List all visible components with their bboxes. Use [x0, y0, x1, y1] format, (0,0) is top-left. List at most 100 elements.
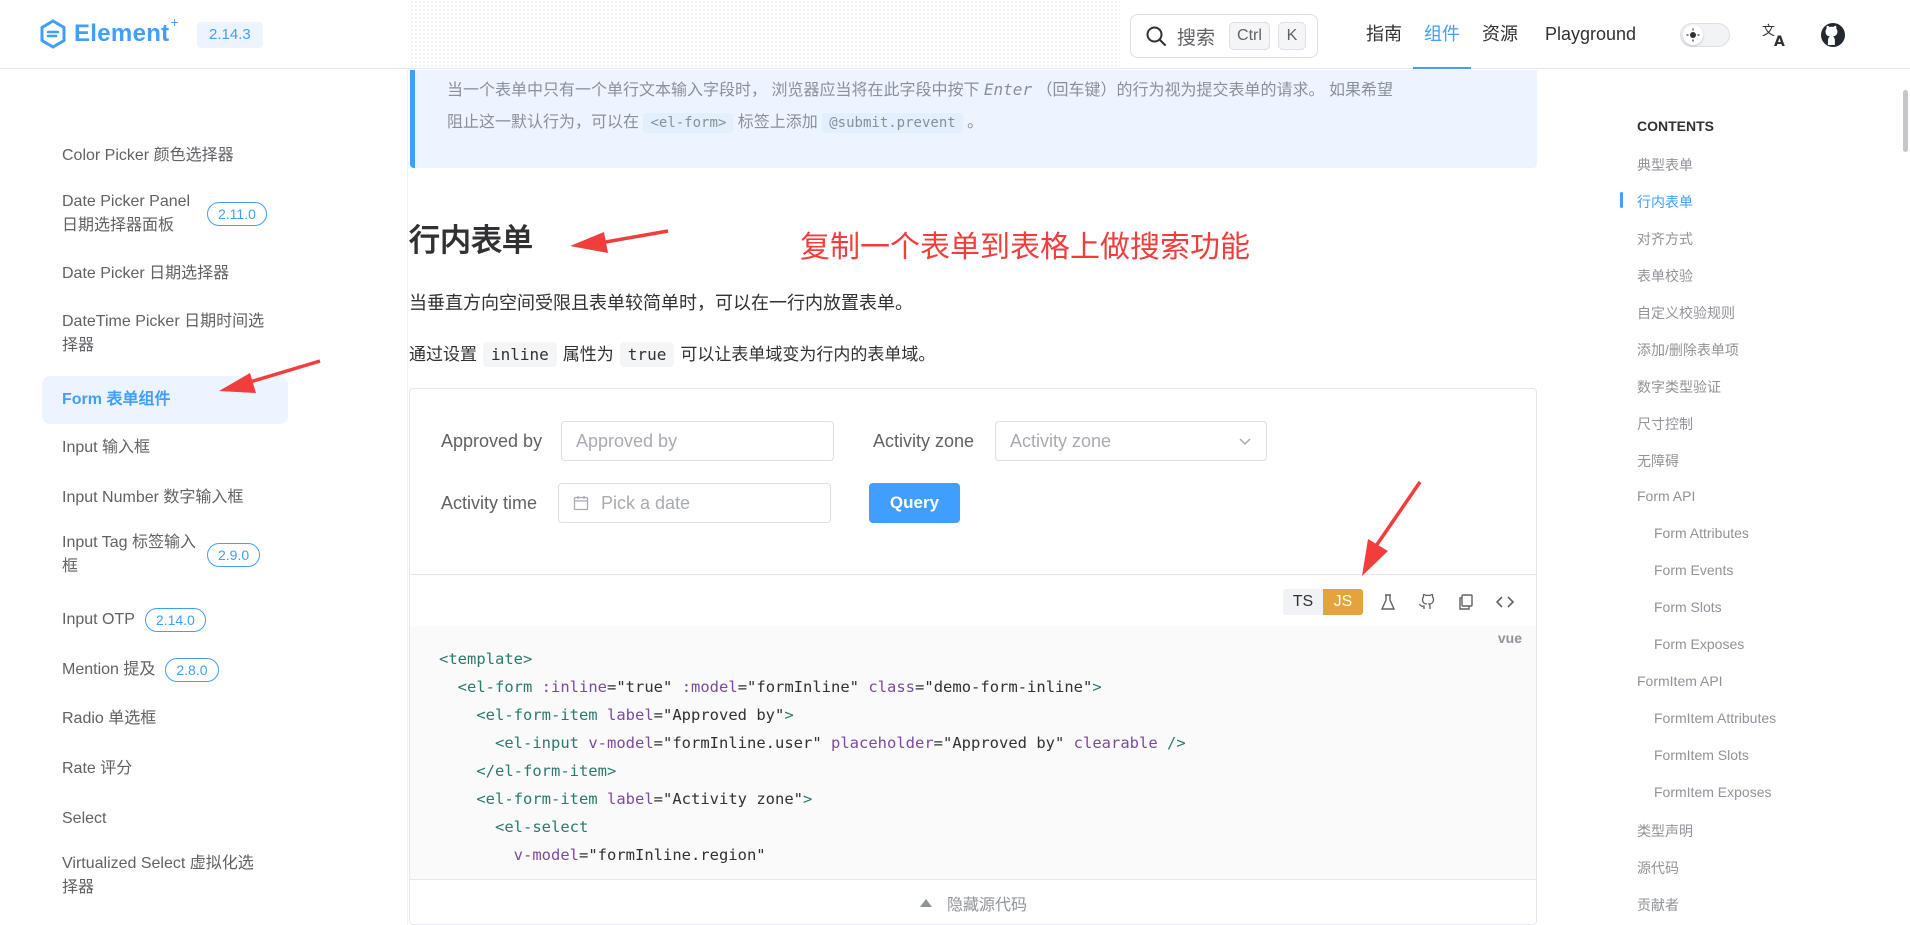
- toc-item[interactable]: Form Exposes: [1654, 636, 1744, 652]
- code-lang-label: vue: [1497, 630, 1522, 646]
- demo-preview: Approved by Approved by Activity zone Ac…: [410, 389, 1536, 575]
- search-button[interactable]: 搜索 Ctrl K: [1130, 14, 1318, 58]
- sidebar-item-rate[interactable]: Rate 评分: [42, 751, 288, 787]
- version-badge: 2.14.0: [144, 608, 206, 632]
- tip-enter-key: Enter: [983, 80, 1033, 99]
- code-line: <el-select: [495, 818, 589, 836]
- text-part: 属性为: [562, 345, 614, 364]
- zone-placeholder: Activity zone: [1010, 430, 1112, 451]
- toc-item[interactable]: 尺寸控制: [1637, 414, 1693, 434]
- toc-item[interactable]: 自定义校验规则: [1637, 303, 1735, 323]
- version-badge: 2.9.0: [207, 543, 261, 567]
- arrow-to-title-icon: [570, 229, 669, 253]
- lang-ts-toggle[interactable]: TS: [1283, 589, 1323, 615]
- sidebar-item-label: Rate 评分: [62, 760, 133, 777]
- nav-guide[interactable]: 指南: [1355, 0, 1413, 69]
- section-description: 当垂直方向空间受限且表单较简单时，可以在一行内放置表单。: [409, 293, 913, 313]
- toc-item[interactable]: Form Events: [1654, 562, 1733, 578]
- code-line: <el-input v-model="formInline.user" plac…: [495, 734, 1186, 752]
- toc-item[interactable]: 类型声明: [1637, 821, 1693, 841]
- sidebar-item-label: Date Picker 日期选择器: [62, 265, 230, 282]
- playground-flask-icon[interactable]: [1376, 590, 1400, 614]
- approved-input[interactable]: Approved by: [561, 421, 834, 461]
- date-picker[interactable]: Pick a date: [558, 483, 831, 523]
- sidebar-item-mention[interactable]: Mention 提及 2.8.0: [42, 652, 288, 688]
- toc-item[interactable]: FormItem Exposes: [1654, 784, 1771, 800]
- query-button[interactable]: Query: [869, 483, 960, 523]
- sidebar-item-date-picker-panel[interactable]: Date Picker Panel 日期选择器面板 2.11.0: [42, 186, 288, 242]
- view-source-icon[interactable]: [1493, 590, 1517, 614]
- sidebar-item-radio[interactable]: Radio 单选框: [42, 701, 288, 737]
- sidebar-item-virtualized-select[interactable]: Virtualized Select 虚拟化选择器: [42, 848, 288, 904]
- sidebar-item-label: Date Picker Panel 日期选择器面板: [62, 193, 191, 234]
- toc-item[interactable]: 数字类型验证: [1637, 377, 1721, 397]
- text-part: 可以让表单域变为行内的表单域。: [680, 345, 936, 364]
- zone-label: Activity zone: [873, 431, 975, 451]
- demo-block: Approved by Approved by Activity zone Ac…: [409, 388, 1537, 925]
- sidebar-item-input-number[interactable]: Input Number 数字输入框: [42, 480, 288, 516]
- toc-item[interactable]: FormItem Slots: [1654, 747, 1749, 763]
- inline-code: true: [619, 342, 675, 367]
- sidebar-item-input-otp[interactable]: Input OTP 2.14.0: [42, 602, 288, 638]
- inline-code: <el-form>: [643, 113, 734, 133]
- svg-text:A: A: [1774, 34, 1785, 49]
- tip-text-part: 阻止这一默认行为，可以在: [447, 114, 640, 131]
- github-icon[interactable]: [1818, 20, 1848, 50]
- sidebar-item-label: DateTime Picker 日期时间选择器: [62, 313, 265, 354]
- tip-text-part: 当一个表单中只有一个单行文本输入字段时， 浏览器应当将在此字段中按下: [447, 82, 980, 99]
- toc-item[interactable]: Form Attributes: [1654, 525, 1749, 541]
- copy-icon[interactable]: [1454, 590, 1478, 614]
- theme-toggle[interactable]: [1680, 23, 1730, 47]
- time-label: Activity time: [441, 493, 538, 513]
- search-icon: [1146, 26, 1166, 46]
- nav-playground[interactable]: Playground: [1529, 0, 1647, 69]
- sidebar-item-label: Form 表单组件: [62, 391, 171, 408]
- sidebar-item-form[interactable]: Form 表单组件: [42, 376, 288, 424]
- toc-item[interactable]: 典型表单: [1637, 155, 1693, 175]
- nav-component[interactable]: 组件: [1413, 0, 1471, 69]
- sidebar-item-label: Input Number 数字输入框: [62, 489, 244, 506]
- page-scrollbar[interactable]: [1903, 90, 1908, 152]
- version-badge: 2.11.0: [207, 202, 267, 226]
- sidebar-item-input-tag[interactable]: Input Tag 标签输入框 2.9.0: [42, 527, 288, 583]
- toc-heading: CONTENTS: [1637, 118, 1714, 134]
- lang-js-toggle[interactable]: JS: [1323, 589, 1363, 615]
- toc-item[interactable]: 添加/删除表单项: [1637, 340, 1739, 360]
- zone-select[interactable]: Activity zone: [995, 421, 1267, 461]
- toc-item[interactable]: 无障碍: [1637, 451, 1679, 471]
- hide-source-button[interactable]: 隐藏源代码: [410, 879, 1536, 924]
- toc-item[interactable]: 贡献者: [1637, 895, 1679, 915]
- toc-item[interactable]: 表单校验: [1637, 266, 1693, 286]
- sidebar-item-label: Input OTP: [62, 611, 135, 628]
- code-line: <el-form-item label="Approved by">: [476, 706, 794, 724]
- logo[interactable]: Element +: [38, 14, 179, 52]
- nav-resource[interactable]: 资源: [1471, 0, 1529, 69]
- header-backdrop: [410, 0, 1120, 69]
- toc-item[interactable]: FormItem API: [1637, 673, 1723, 689]
- toc-item[interactable]: Form API: [1637, 488, 1695, 504]
- toc-item[interactable]: Form Slots: [1654, 599, 1722, 615]
- sidebar-item-input[interactable]: Input 输入框: [42, 430, 288, 466]
- sidebar-item-datetime-picker[interactable]: DateTime Picker 日期时间选择器: [42, 306, 288, 362]
- element-logo-icon: [40, 19, 66, 49]
- search-label: 搜索: [1177, 27, 1216, 49]
- sidebar-item-label: Radio 单选框: [62, 710, 157, 727]
- code-line: v-model="formInline.region": [513, 846, 766, 864]
- sidebar: Color Picker 颜色选择器 Date Picker Panel 日期选…: [0, 70, 408, 925]
- sidebar-item-color-picker[interactable]: Color Picker 颜色选择器: [42, 138, 288, 174]
- sidebar-item-date-picker[interactable]: Date Picker 日期选择器: [42, 256, 288, 292]
- translate-icon[interactable]: 文 A: [1760, 20, 1790, 50]
- code-line: </el-form-item>: [476, 762, 617, 780]
- toc-item[interactable]: 源代码: [1637, 858, 1679, 878]
- toc-item[interactable]: 对齐方式: [1637, 229, 1693, 249]
- sidebar-item-label: Select: [62, 810, 107, 827]
- github-icon[interactable]: [1415, 590, 1439, 614]
- tip-text-part: （回车键）的行为视为提交表单的请求。 如果希望: [1036, 82, 1393, 99]
- version-badge[interactable]: 2.14.3: [197, 22, 263, 48]
- sidebar-item-label: Virtualized Select 虚拟化选择器: [62, 855, 254, 896]
- hide-source-label: 隐藏源代码: [946, 897, 1027, 914]
- toc-item[interactable]: FormItem Attributes: [1654, 710, 1776, 726]
- inline-code: @submit.prevent: [822, 113, 963, 133]
- toc-item-active[interactable]: 行内表单: [1637, 192, 1693, 212]
- sidebar-item-select[interactable]: Select: [42, 801, 288, 837]
